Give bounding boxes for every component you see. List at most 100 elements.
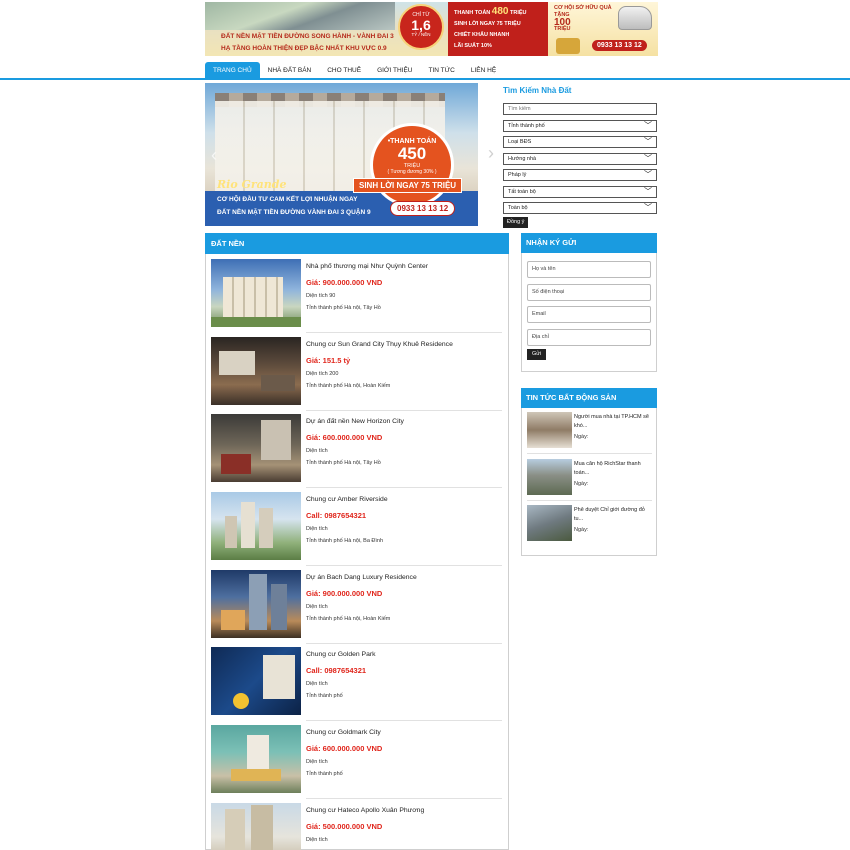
listing-thumbnail[interactable] (211, 803, 301, 850)
news-item[interactable]: Mua căn hộ RichStar thanh toán... Ngày: (527, 459, 657, 495)
listing-location: Tỉnh thành phố (306, 771, 343, 777)
banner-line-1: ĐẤT NỀN MẶT TIỀN ĐƯỜNG SONG HÀNH - VÀNH … (221, 33, 394, 40)
select-all[interactable]: Toàn bộ ﹀ (503, 202, 657, 214)
banner-mid-2: SINH LỜI NGAY 75 TRIỆU (454, 21, 521, 27)
select-property-type[interactable]: Loại BĐS ﹀ (503, 136, 657, 148)
listing-title[interactable]: Chung cư Amber Riverside (306, 496, 388, 503)
listing-area: Diện tích (306, 526, 328, 532)
slide-badge-2: 450 (397, 144, 427, 163)
send-button[interactable]: Gửi (527, 349, 547, 360)
listing-title[interactable]: Dự án Bach Dang Luxury Residence (306, 574, 417, 581)
chevron-down-icon: ﹀ (644, 170, 652, 179)
listing-area: Diện tích 200 (306, 371, 339, 377)
listing-area: Diện tích (306, 681, 328, 687)
listing-thumbnail[interactable] (211, 337, 301, 405)
slide-phone[interactable]: 0933 13 13 12 (390, 201, 456, 216)
divider (527, 500, 652, 501)
nav-item-contact[interactable]: LIÊN HỆ (463, 62, 504, 79)
listing-location: Tỉnh thành phố Hà nội, Hoàn Kiếm (306, 383, 391, 389)
listing-area: Diện tích (306, 448, 328, 454)
listing-area: Diện tích 90 (306, 293, 336, 299)
listing-price: Call: 0987654321 (306, 666, 367, 675)
news-thumbnail[interactable] (527, 412, 572, 448)
listing-price: Giá: 600.000.000 VND (306, 744, 383, 753)
news-thumbnail[interactable] (527, 459, 572, 495)
listing-price: Call: 0987654321 (306, 511, 367, 520)
nav-item-about[interactable]: GIỚI THIỆU (369, 62, 420, 79)
listing-price: Giá: 151.5 tỷ (306, 356, 351, 365)
listing-title[interactable]: Chung cư Goldmark City (306, 729, 381, 736)
nav-item-news[interactable]: TIN TỨC (421, 62, 463, 79)
listing-area: Diện tích (306, 759, 328, 765)
address-field[interactable]: Địa chỉ (527, 329, 651, 346)
name-field[interactable]: Họ và tên (527, 261, 651, 278)
search-submit-button[interactable]: Đồng ý (503, 217, 529, 228)
main-nav: TRANG CHỦ NHÀ ĐẤT BÁN CHO THUÊ GIỚI THIỆ… (205, 62, 504, 79)
listing-item[interactable]: Chung cư Sun Grand City Thụy Khuê Reside… (211, 337, 502, 411)
nav-item-for-sale[interactable]: NHÀ ĐẤT BÁN (260, 62, 320, 79)
divider (306, 565, 502, 566)
divider (306, 332, 502, 333)
banner-price-big: 1,6 (411, 17, 431, 33)
listing-thumbnail[interactable] (211, 259, 301, 327)
news-item[interactable]: Người mua nhà tại TP.HCM sẽ khó... Ngày: (527, 412, 657, 448)
banner-gift-unit: TRIỆU (554, 26, 571, 32)
banner-gift: CƠ HỘI SỞ HỮU QUÀ TẶNG 100 TRIỆU (554, 5, 614, 33)
listing-item[interactable]: Nhà phố thương mại Như Quỳnh Center Giá:… (211, 259, 502, 333)
listing-item[interactable]: Dự án Bach Dang Luxury Residence Giá: 90… (211, 570, 502, 644)
select-settlement[interactable]: Tất toán bộ ﹀ (503, 186, 657, 198)
select-legal[interactable]: Pháp lý ﹀ (503, 169, 657, 181)
nav-item-home[interactable]: TRANG CHỦ (205, 62, 260, 79)
listing-price: Giá: 900.000.000 VND (306, 589, 383, 598)
slider-prev-icon[interactable]: ‹ (205, 146, 223, 164)
divider (306, 643, 502, 644)
slide-profit-label: SINH LỜI NGAY 75 TRIỆU (353, 178, 463, 193)
listing-title[interactable]: Dự án đất nền New Horizon City (306, 418, 404, 425)
slider-next-icon[interactable]: › (482, 144, 500, 162)
slide-line-1: CƠ HỘI ĐẦU TƯ CAM KẾT LỢI NHUẬN NGAY (217, 196, 358, 203)
top-banner[interactable]: ĐẤT NỀN MẶT TIỀN ĐƯỜNG SONG HÀNH - VÀNH … (205, 2, 658, 56)
listing-item[interactable]: Chung cư Goldmark City Giá: 600.000.000 … (211, 725, 502, 799)
banner-phone[interactable]: 0933 13 13 12 (592, 40, 647, 51)
listing-location: Tỉnh thành phố Hà nội, Hoàn Kiếm (306, 616, 391, 622)
listing-thumbnail[interactable] (211, 492, 301, 560)
search-title: Tìm Kiếm Nhà Đất (503, 86, 572, 95)
listing-price: Giá: 500.000.000 VND (306, 822, 383, 831)
select-city-label: Tỉnh thành phố (508, 123, 545, 129)
select-direction[interactable]: Hướng nhà ﹀ (503, 153, 657, 165)
news-item[interactable]: Phê duyệt Chỉ giới đường đỏ tu... Ngày: (527, 505, 657, 541)
listing-thumbnail[interactable] (211, 647, 301, 715)
email-field[interactable]: Email (527, 306, 651, 323)
listing-item[interactable]: Chung cư Hateco Apollo Xuân Phương Giá: … (211, 803, 502, 850)
listing-thumbnail[interactable] (211, 725, 301, 793)
listing-title[interactable]: Chung cư Golden Park (306, 651, 376, 658)
news-title[interactable]: Mua căn hộ RichStar thanh toán... (574, 460, 654, 478)
phone-field[interactable]: Số điện thoại (527, 284, 651, 301)
listing-price: Giá: 900.000.000 VND (306, 278, 383, 287)
slide-line-2: ĐẤT NỀN MẶT TIỀN ĐƯỜNG VÀNH ĐAI 3 QUẬN 9 (217, 209, 371, 216)
news-title[interactable]: Phê duyệt Chỉ giới đường đỏ tu... (574, 506, 654, 524)
listing-title[interactable]: Chung cư Sun Grand City Thụy Khuê Reside… (306, 341, 453, 348)
select-property-type-label: Loại BĐS (508, 139, 532, 145)
banner-gift-value: 100 (554, 17, 571, 28)
nav-item-for-rent[interactable]: CHO THUÊ (319, 62, 369, 79)
listing-item[interactable]: Dự án đất nền New Horizon City Giá: 600.… (211, 414, 502, 488)
select-all-label: Toàn bộ (508, 205, 528, 211)
divider (527, 453, 652, 454)
news-thumbnail[interactable] (527, 505, 572, 541)
listing-thumbnail[interactable] (211, 570, 301, 638)
news-title[interactable]: Người mua nhà tại TP.HCM sẽ khó... (574, 413, 654, 431)
brand-logo (556, 38, 580, 54)
hero-slider[interactable]: Rio Grande •THANH TOÁN 450 TRIỆU ( Tương… (205, 83, 478, 226)
listing-title[interactable]: Nhà phố thương mại Như Quỳnh Center (306, 263, 428, 270)
listing-location: Tỉnh thành phố (306, 693, 343, 699)
listing-item[interactable]: Chung cư Amber Riverside Call: 098765432… (211, 492, 502, 566)
chevron-down-icon: ﹀ (644, 137, 652, 146)
select-city[interactable]: Tỉnh thành phố ﹀ (503, 120, 657, 132)
listing-title[interactable]: Chung cư Hateco Apollo Xuân Phương (306, 807, 424, 814)
listing-thumbnail[interactable] (211, 414, 301, 482)
banner-mid-1-unit: TRIỆU (510, 10, 527, 16)
banner-mid-1-value: 480 (491, 6, 509, 17)
search-input[interactable] (503, 103, 657, 115)
listing-item[interactable]: Chung cư Golden Park Call: 0987654321 Di… (211, 647, 502, 721)
